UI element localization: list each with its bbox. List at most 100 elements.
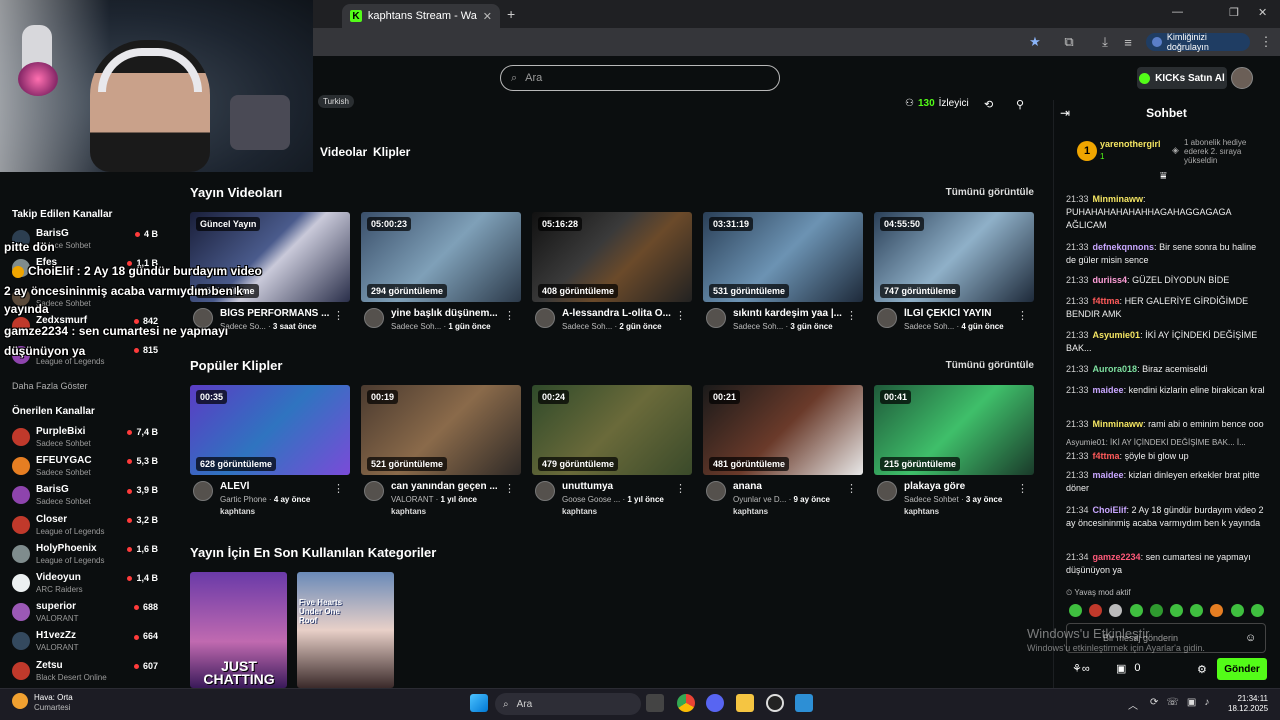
clip-title[interactable]: can yanından geçen ...	[391, 481, 503, 492]
user-avatar[interactable]	[1231, 67, 1253, 89]
channel-avatar[interactable]	[364, 308, 384, 328]
emote-icon[interactable]	[1129, 604, 1143, 617]
clip-author[interactable]: kaphtans	[220, 507, 255, 516]
search-input[interactable]: ⌕ Ara	[500, 65, 780, 91]
channel-avatar[interactable]	[364, 481, 384, 501]
clip-author[interactable]: kaphtans	[562, 507, 597, 516]
clip-card[interactable]: 00:24 479 görüntüleme unuttumya Goose Goose…	[532, 385, 692, 520]
share-icon[interactable]: ⟲	[984, 98, 993, 111]
maximize-icon[interactable]: ❐	[1229, 6, 1239, 19]
sidebar-item-recommended[interactable]: Videoyun ARC Raiders 1,4 B	[12, 572, 162, 600]
clip-title[interactable]: plakaya göre	[904, 481, 1016, 492]
channel-avatar[interactable]	[535, 481, 555, 501]
more-options-icon[interactable]: ⋮	[333, 482, 344, 495]
message-username[interactable]: defnekqnnons	[1093, 242, 1155, 252]
video-title[interactable]: İLGİ ÇEKİCİ YAYIN	[904, 308, 1016, 319]
more-options-icon[interactable]: ⋮	[846, 482, 857, 495]
clip-card[interactable]: 00:21 481 görüntüleme anana Oyunlar ve D...…	[703, 385, 863, 520]
clip-card[interactable]: 00:35 628 görüntüleme ALEVİ Gartic Phone · …	[190, 385, 350, 520]
more-options-icon[interactable]: ⋮	[1017, 482, 1028, 495]
channel-avatar[interactable]	[706, 481, 726, 501]
message-username[interactable]: duriiss4	[1093, 275, 1128, 285]
extensions-icon[interactable]: ⧉	[1061, 34, 1077, 50]
video-card[interactable]: 05:00:23 294 görüntüleme yine başlık düşün…	[361, 212, 521, 337]
sidebar-item-recommended[interactable]: HolyPhoenix League of Legends 1,6 B	[12, 543, 162, 571]
video-title[interactable]: BİGS PERFORMANS ...	[220, 308, 332, 319]
emote-icon[interactable]	[1230, 604, 1244, 617]
sidebar-item-recommended[interactable]: BarisG Sadece Sohbet 3,9 B	[12, 484, 162, 512]
channel-avatar[interactable]	[535, 308, 555, 328]
media-icon[interactable]: ≡	[1120, 34, 1136, 50]
more-options-icon[interactable]: ⋮	[675, 309, 686, 322]
video-card[interactable]: 05:16:28 408 görüntüleme A-lessandra L-oli…	[532, 212, 692, 337]
tab-videolar[interactable]: Videolar	[320, 145, 367, 159]
message-username[interactable]: ChoiElif	[1093, 505, 1127, 515]
windows-start-icon[interactable]	[470, 694, 488, 712]
message-username[interactable]: f4ttma	[1093, 296, 1120, 306]
clip-title[interactable]: unuttumya	[562, 481, 674, 492]
more-options-icon[interactable]: ⋮	[333, 309, 344, 322]
emote-icon[interactable]	[1069, 604, 1082, 617]
more-options-icon[interactable]: ⋮	[504, 309, 515, 322]
clip-thumbnail[interactable]: 00:24 479 görüntüleme	[532, 385, 692, 475]
clock[interactable]: 21:34:11 18.12.2025	[1228, 694, 1268, 714]
emote-icon[interactable]	[1149, 604, 1163, 617]
video-thumbnail[interactable]: 04:55:50 747 görüntüleme	[874, 212, 1034, 302]
minimize-icon[interactable]: —	[1172, 6, 1183, 18]
videos-see-all-link[interactable]: Tümünü görüntüle	[946, 187, 1034, 198]
message-username[interactable]: Asyumie01	[1093, 330, 1141, 340]
clip-author[interactable]: kaphtans	[904, 507, 939, 516]
tab-klipler[interactable]: Klipler	[373, 145, 410, 159]
bookmark-star-icon[interactable]: ★	[1027, 34, 1043, 50]
sidebar-item-recommended[interactable]: EFEUYGAC Sadece Sohbet 5,3 B	[12, 455, 162, 483]
clip-thumbnail[interactable]: 00:41 215 görüntüleme	[874, 385, 1034, 475]
message-username[interactable]: Aurora018	[1093, 364, 1138, 374]
sidebar-item-recommended[interactable]: PurpleBixi Sadece Sohbet 7,4 B	[12, 426, 162, 454]
video-card[interactable]: 04:55:50 747 görüntüleme İLGİ ÇEKİCİ YAYIN…	[874, 212, 1034, 337]
category-card-five-hearts[interactable]: Five Hearts Under One Roof	[297, 572, 394, 688]
follow-user-icon[interactable]: ⚲	[1016, 98, 1024, 111]
message-username[interactable]: maidee	[1093, 470, 1124, 480]
discord-icon[interactable]	[706, 694, 724, 712]
file-explorer-icon[interactable]	[736, 694, 754, 712]
chrome-icon[interactable]	[677, 694, 695, 712]
pinned-user[interactable]: yarenothergirl	[1100, 139, 1161, 149]
obs-icon[interactable]	[766, 694, 784, 712]
clip-thumbnail[interactable]: 00:35 628 görüntüleme	[190, 385, 350, 475]
show-more-link[interactable]: Daha Fazla Göster	[12, 381, 88, 391]
points-icon[interactable]: ⚘∞	[1072, 662, 1090, 675]
clip-author[interactable]: kaphtans	[391, 507, 426, 516]
message-username[interactable]: gamze2234	[1093, 552, 1141, 562]
clip-title[interactable]: ALEVİ	[220, 481, 332, 492]
message-username[interactable]: maidee	[1093, 385, 1124, 395]
more-options-icon[interactable]: ⋮	[675, 482, 686, 495]
close-tab-icon[interactable]: ✕	[483, 10, 492, 23]
message-username[interactable]: f4ttma	[1093, 451, 1120, 461]
clip-author[interactable]: kaphtans	[733, 507, 768, 516]
tray-chevron-icon[interactable]: ︿	[1128, 697, 1138, 712]
emote-icon[interactable]	[1170, 604, 1183, 617]
clip-card[interactable]: 00:19 521 görüntüleme can yanından geçen .…	[361, 385, 521, 520]
weather-widget[interactable]: Hava: Orta Cumartesi	[34, 693, 73, 713]
video-card[interactable]: 03:31:19 531 görüntüleme sıkıntı kardeşim …	[703, 212, 863, 337]
chat-settings-icon[interactable]: ⚙	[1197, 663, 1207, 676]
menu-kebab-icon[interactable]: ⋮	[1258, 34, 1274, 50]
message-username[interactable]: Minminaww	[1093, 419, 1144, 429]
channel-avatar[interactable]	[877, 308, 897, 328]
new-tab-button[interactable]: +	[507, 6, 515, 22]
browser-tab-active[interactable]: K kaphtans Stream - Watch Live o ✕	[342, 4, 500, 28]
emoji-icon[interactable]: ☺	[1245, 632, 1256, 644]
sidebar-item-recommended[interactable]: superior VALORANT 688	[12, 601, 162, 629]
more-options-icon[interactable]: ⋮	[504, 482, 515, 495]
close-window-icon[interactable]: ✕	[1258, 6, 1267, 19]
clip-card[interactable]: 00:41 215 görüntüleme plakaya göre Sadece S…	[874, 385, 1034, 520]
sidebar-item-recommended[interactable]: H1vezZz VALORANT 664	[12, 630, 162, 658]
app-icon[interactable]	[795, 694, 813, 712]
video-thumbnail[interactable]: 03:31:19 531 görüntüleme	[703, 212, 863, 302]
taskbar-search[interactable]: ⌕ Ara	[495, 693, 641, 715]
verify-identity-button[interactable]: Kimliğinizi doğrulayın	[1146, 32, 1250, 52]
clip-thumbnail[interactable]: 00:21 481 görüntüleme	[703, 385, 863, 475]
video-title[interactable]: sıkıntı kardeşim yaa |...	[733, 308, 845, 319]
message-username[interactable]: Minminaww	[1093, 194, 1144, 204]
video-title[interactable]: A-lessandra L-olita O...	[562, 308, 674, 319]
